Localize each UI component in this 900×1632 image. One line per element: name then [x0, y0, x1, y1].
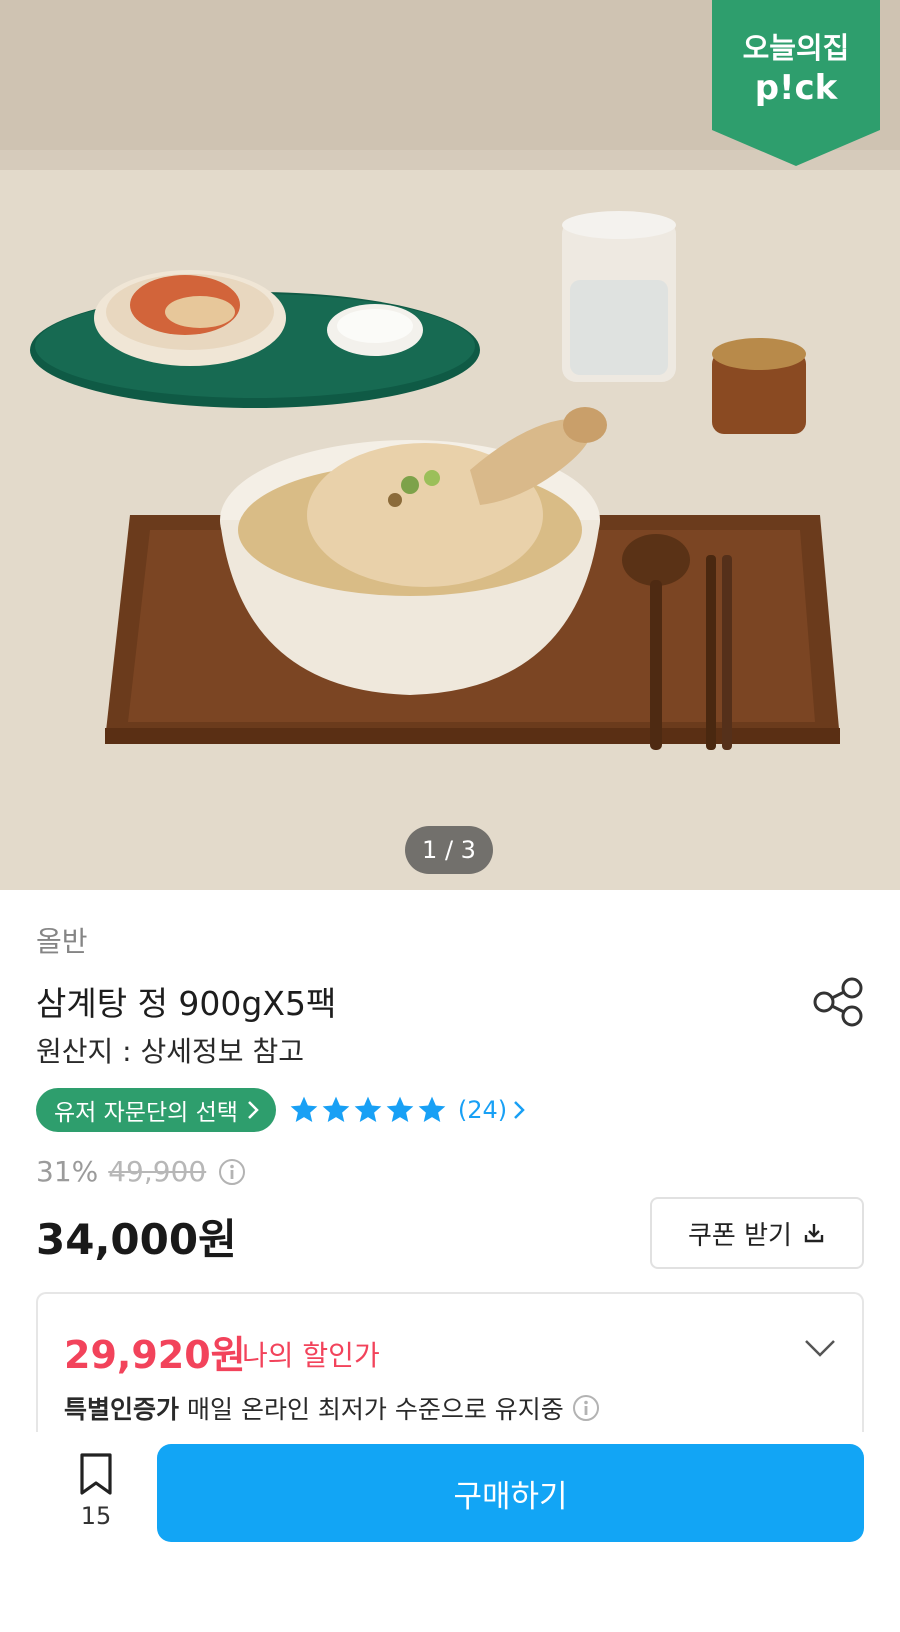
bookmark-button[interactable]: 15: [56, 1452, 136, 1530]
star-icon: [290, 1096, 318, 1122]
brand-name[interactable]: 올반: [36, 920, 88, 960]
pick-badge-text: 오늘의집 p!ck: [712, 28, 880, 108]
original-price: 49,900: [108, 1155, 207, 1188]
chevron-right-icon: [514, 1101, 525, 1119]
coupon-label: 쿠폰 받기: [688, 1220, 792, 1251]
product-title: 삼계탕 정 900gX5팩: [36, 984, 337, 1023]
chevron-right-icon: [248, 1101, 259, 1119]
discount-rate: 31%: [36, 1155, 99, 1188]
coupon-download-button[interactable]: 쿠폰 받기: [650, 1197, 864, 1269]
user-advisor-pick-label: 유저 자문단의 선택: [54, 1100, 238, 1126]
my-discount-price: 29,920원: [64, 1333, 246, 1377]
special-price-text: 매일 온라인 최저가 수준으로 유지중: [187, 1395, 564, 1424]
pick-badge-line2: p!ck: [754, 68, 838, 108]
my-discount-panel[interactable]: 29,920원 나의 할인가 특별인증가 매일 온라인 최저가 수준으로 유지중: [36, 1292, 864, 1442]
special-price-label: 특별인증가: [64, 1395, 180, 1424]
share-icon[interactable]: [812, 976, 864, 1028]
chevron-down-icon[interactable]: [802, 1330, 838, 1366]
special-price-note: 특별인증가 매일 온라인 최저가 수준으로 유지중: [64, 1390, 600, 1426]
user-advisor-pick-badge[interactable]: 유저 자문단의 선택: [36, 1088, 276, 1132]
my-discount-label: 나의 할인가: [242, 1339, 380, 1372]
discount-row: 31% 49,900: [36, 1155, 246, 1188]
bookmark-icon: [80, 1453, 112, 1495]
download-icon: [804, 1224, 824, 1243]
rating-stars[interactable]: [288, 1094, 448, 1126]
review-count-link[interactable]: (24): [458, 1096, 525, 1124]
sale-price: 34,000원: [36, 1215, 237, 1264]
star-icon: [322, 1096, 350, 1122]
review-count: (24): [457, 1096, 508, 1124]
bottom-action-bar: 15 구매하기: [0, 1432, 900, 1632]
star-icon: [354, 1096, 382, 1122]
info-icon[interactable]: [572, 1394, 600, 1422]
buy-button[interactable]: 구매하기: [157, 1444, 864, 1542]
star-icon: [418, 1096, 446, 1122]
product-image-carousel[interactable]: 오늘의집 p!ck 1 / 3: [0, 0, 900, 890]
bookmark-count: 15: [80, 1502, 112, 1530]
product-origin: 원산지 : 상세정보 참고: [36, 1035, 304, 1068]
star-icon: [386, 1096, 414, 1122]
info-icon[interactable]: [218, 1158, 246, 1186]
badge-row: 유저 자문단의 선택 (24): [36, 1088, 525, 1132]
image-counter: 1 / 3: [405, 826, 493, 874]
pick-badge-line1: 오늘의집: [742, 31, 850, 65]
